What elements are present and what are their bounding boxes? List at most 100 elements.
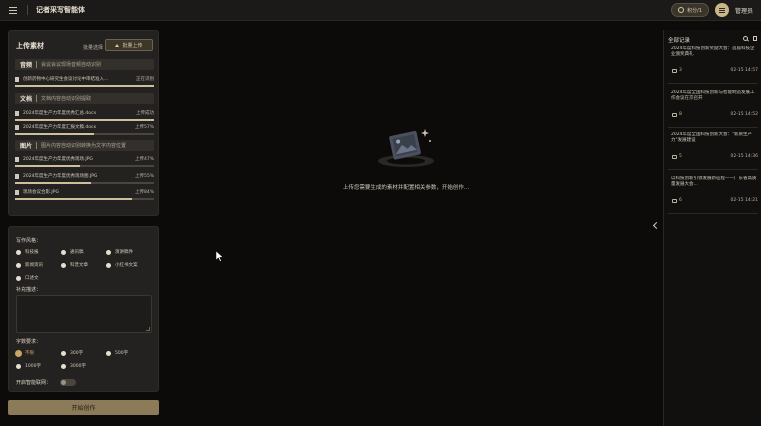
radio-dot-selected bbox=[16, 350, 21, 356]
file-row[interactable]: 现场会议合影.JPG 上传84% bbox=[15, 187, 154, 197]
category-separator bbox=[36, 61, 38, 68]
avatar[interactable] bbox=[714, 3, 729, 17]
record-divider bbox=[668, 83, 758, 84]
length-radio[interactable]: 1000字 bbox=[16, 363, 41, 369]
credits-text: 积分/1 bbox=[687, 7, 702, 14]
category-name: 文档 bbox=[20, 96, 33, 103]
record-count: 5 bbox=[679, 154, 682, 159]
user-icon bbox=[718, 9, 725, 11]
length-radio[interactable]: 500字 bbox=[106, 350, 128, 356]
header-divider bbox=[27, 5, 28, 15]
style-label: 写作风格： bbox=[16, 238, 42, 244]
menu-icon[interactable] bbox=[9, 4, 21, 16]
category-image: 图片 图片内容自动识别转换为文字内容位置 bbox=[15, 140, 154, 151]
top-bar: 记者采写智能体 积分/1 管理员 bbox=[0, 0, 761, 21]
file-icon bbox=[15, 124, 19, 130]
file-row[interactable]: 2024年度生产力年度优秀汇总.docx 上传成功 bbox=[15, 108, 154, 118]
file-progress bbox=[15, 165, 154, 167]
style-radio[interactable]: 科技报 bbox=[16, 249, 39, 255]
style-radio[interactable]: 新闻资讯 bbox=[16, 262, 43, 268]
file-progress bbox=[15, 119, 154, 121]
style-radio[interactable]: 演讲稿件 bbox=[106, 249, 133, 255]
style-radio[interactable]: 通讯稿 bbox=[61, 249, 84, 255]
category-document: 文档 文档内容自动识别提取 bbox=[15, 93, 154, 104]
file-status: 上传84% bbox=[134, 190, 154, 195]
length-radio[interactable]: 300字 bbox=[61, 350, 83, 356]
folder-icon bbox=[672, 154, 677, 159]
category-name: 音频 bbox=[20, 62, 33, 69]
credits-badge[interactable]: 积分/1 bbox=[671, 3, 709, 17]
radio-label: 小红书文案 bbox=[115, 263, 138, 268]
length-radio[interactable]: 3000字 bbox=[61, 363, 86, 369]
category-desc: 图片内容自动识别转换为文字内容位置 bbox=[41, 143, 127, 149]
style-radio[interactable]: 口述文 bbox=[16, 275, 39, 281]
progress-fill bbox=[15, 119, 154, 121]
file-row[interactable]: 创新药物中心研究生会议讨论中审结准入... 正在识别 bbox=[15, 74, 154, 84]
notes-textarea[interactable] bbox=[16, 295, 152, 333]
batch-select[interactable]: 批量选择 bbox=[83, 44, 103, 51]
record-time: 02-15 14:52 bbox=[730, 112, 758, 117]
search-icon[interactable] bbox=[743, 36, 748, 41]
progress-fill bbox=[15, 198, 132, 200]
file-row[interactable]: 2024年度生产力年度汇报文稿.docx 上传57% bbox=[15, 122, 154, 132]
radio-dot bbox=[106, 350, 111, 356]
collapse-chevron-icon[interactable] bbox=[652, 221, 661, 230]
record-divider bbox=[668, 213, 758, 214]
user-name[interactable]: 管理员 bbox=[735, 6, 753, 15]
radio-label: 演讲稿件 bbox=[115, 250, 133, 255]
smart-label: 开启智能联网： bbox=[16, 380, 52, 386]
smart-toggle[interactable] bbox=[60, 379, 76, 386]
radio-label: 3000字 bbox=[70, 364, 86, 369]
record-time: 02-15 14:57 bbox=[730, 68, 758, 73]
record-divider bbox=[668, 127, 758, 128]
file-progress bbox=[15, 133, 154, 135]
style-radio[interactable]: 小红书文案 bbox=[106, 262, 138, 268]
radio-label: 不限 bbox=[25, 351, 34, 356]
style-radio[interactable]: 科普文章 bbox=[61, 262, 88, 268]
file-status: 上传55% bbox=[134, 174, 154, 179]
category-audio: 音频 会议会议现场音频自动识别 bbox=[15, 59, 154, 70]
file-row[interactable]: 2024年度生产力年度优秀现场图.JPG 上传55% bbox=[15, 171, 154, 181]
upload-panel: 上传素材 批量选择 批量上传 音频 会议会议现场音频自动识别 创新药物中心研究生… bbox=[8, 30, 159, 216]
upload-title: 上传素材 bbox=[16, 42, 44, 50]
file-status: 正在识别 bbox=[136, 77, 154, 82]
file-row[interactable]: 2024年度生产力年度优秀现场.JPG 上传47% bbox=[15, 154, 154, 164]
radio-label: 口述文 bbox=[25, 276, 39, 281]
start-button[interactable]: 开始创作 bbox=[8, 400, 159, 415]
file-icon bbox=[15, 189, 19, 195]
radio-dot bbox=[61, 363, 66, 369]
coin-icon bbox=[678, 7, 685, 13]
record-item[interactable]: 以科技创新引领发展新征程——广东省高质量发展大会... 6 02-15 14:2… bbox=[668, 176, 758, 203]
progress-fill bbox=[15, 182, 92, 184]
file-progress bbox=[15, 198, 154, 200]
record-title: 2024年度全国科技创新与智能制造发展工作会议在京召开 bbox=[671, 90, 755, 101]
resize-handle-icon[interactable] bbox=[146, 327, 150, 331]
document-icon[interactable] bbox=[753, 36, 757, 41]
folder-icon bbox=[672, 198, 677, 203]
progress-fill bbox=[15, 133, 95, 135]
file-progress bbox=[15, 85, 154, 87]
app-title: 记者采写智能体 bbox=[36, 6, 85, 14]
file-status: 上传57% bbox=[134, 125, 154, 130]
record-title: 2024年度全国科技创新大会："新质生产力"发展建设 bbox=[671, 132, 753, 143]
record-item[interactable]: 2024年度全国科技创新大会："新质生产力"发展建设 5 02-15 14:36 bbox=[668, 132, 758, 159]
empty-state-image-icon bbox=[378, 129, 434, 167]
records-panel: 全部记录 2024年度科技创新奖励大会：首届科技企业颁奖典礼 3 02-15 1… bbox=[663, 30, 761, 426]
radio-dot bbox=[16, 249, 21, 255]
record-item[interactable]: 2024年度全国科技创新与智能制造发展工作会议在京召开 8 02-15 14:5… bbox=[668, 90, 758, 117]
file-name: 2024年度生产力年度优秀现场.JPG bbox=[23, 157, 93, 162]
progress-fill bbox=[15, 165, 81, 167]
radio-label: 新闻资讯 bbox=[25, 263, 43, 268]
file-status: 上传成功 bbox=[136, 111, 154, 116]
category-desc: 会议会议现场音频自动识别 bbox=[41, 62, 102, 68]
batch-upload-button[interactable]: 批量上传 bbox=[105, 39, 153, 51]
radio-dot bbox=[16, 363, 21, 369]
record-title: 2024年度科技创新奖励大会：首届科技企业颁奖典礼 bbox=[671, 46, 755, 57]
file-icon bbox=[15, 173, 19, 179]
length-radio[interactable]: 不限 bbox=[16, 350, 34, 356]
folder-icon bbox=[672, 68, 677, 73]
category-separator bbox=[36, 142, 38, 149]
record-count: 6 bbox=[679, 198, 682, 203]
radio-dot bbox=[16, 262, 21, 268]
record-item[interactable]: 2024年度科技创新奖励大会：首届科技企业颁奖典礼 3 02-15 14:57 bbox=[668, 46, 758, 73]
